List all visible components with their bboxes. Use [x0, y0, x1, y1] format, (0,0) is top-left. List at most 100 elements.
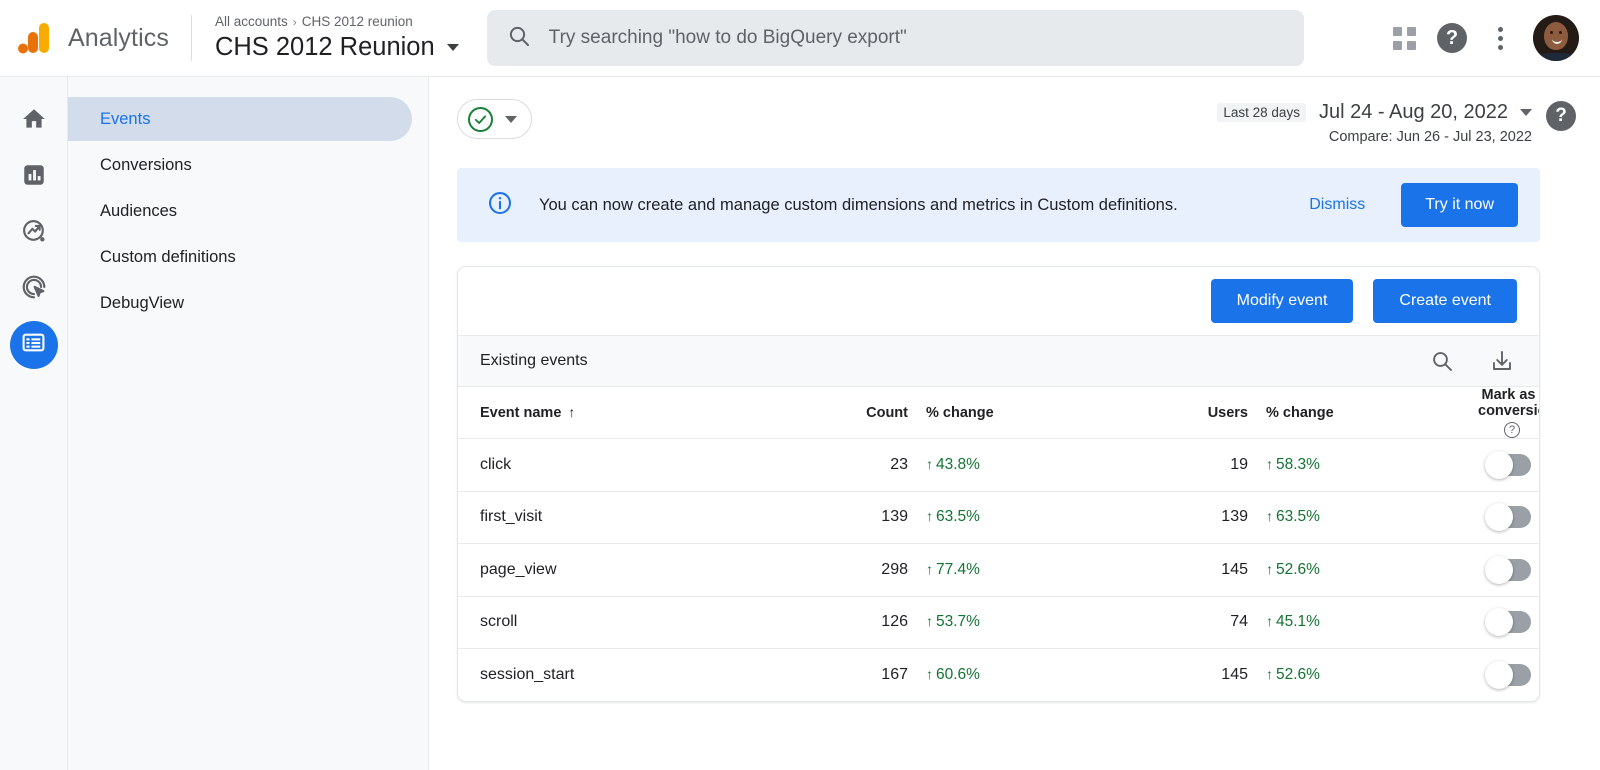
avatar[interactable]: [1530, 12, 1582, 64]
bar-chart-icon: [21, 162, 47, 193]
search-icon: [507, 24, 531, 53]
search-input[interactable]: [548, 27, 1284, 49]
cell-count-change: ↑ 60.6%: [908, 649, 1138, 702]
date-range-block: Last 28 days Jul 24 - Aug 20, 2022 Compa…: [1217, 99, 1532, 145]
table-row[interactable]: scroll 126 ↑ 53.7% 74 ↑ 45.1%: [458, 596, 1539, 649]
trend-up-icon: ↑: [1266, 666, 1273, 682]
account-selector[interactable]: All accounts › CHS 2012 reunion CHS 2012 R…: [192, 13, 459, 63]
col-count-change[interactable]: % change: [908, 387, 1138, 439]
google-analytics-logo-icon[interactable]: [0, 21, 68, 55]
table-subheader: Existing events: [458, 335, 1539, 387]
caret-down-icon[interactable]: [505, 115, 517, 123]
cell-users-change-value: 63.5%: [1276, 508, 1320, 526]
sort-ascending-icon: ↑: [568, 404, 576, 420]
cell-users-change: ↑ 63.5%: [1248, 491, 1478, 544]
table-row[interactable]: page_view 298 ↑ 77.4% 145 ↑ 52.6%: [458, 543, 1539, 597]
top-bar-icons: ?: [1380, 12, 1600, 64]
caret-down-icon[interactable]: [1520, 109, 1532, 116]
col-users[interactable]: Users: [1138, 387, 1248, 439]
cell-event-name: first_visit: [458, 491, 798, 544]
rail-item-reports[interactable]: [10, 153, 58, 201]
cell-users-change-value: 52.6%: [1276, 666, 1320, 683]
sidebar-item-audiences[interactable]: Audiences: [68, 189, 412, 233]
cell-event-name: scroll: [458, 596, 798, 649]
table-body: click 23 ↑ 43.8% 19 ↑ 58.3% first_visit …: [458, 438, 1539, 702]
cell-users-change: ↑ 45.1%: [1248, 596, 1478, 649]
cell-users: 74: [1138, 596, 1248, 649]
info-icon: [487, 190, 513, 221]
table-head: Event name ↑ Count % change Users % chang…: [458, 387, 1539, 439]
date-range-line: Last 28 days Jul 24 - Aug 20, 2022: [1217, 101, 1532, 124]
cell-count-change-value: 53.7%: [936, 613, 980, 631]
cell-mark-as-conversion: [1478, 649, 1539, 702]
top-bar: Analytics All accounts › CHS 2012 reunion …: [0, 0, 1600, 77]
conversion-toggle[interactable]: [1484, 450, 1531, 479]
comparison-filter-chip[interactable]: [457, 99, 532, 139]
try-it-now-button[interactable]: Try it now: [1401, 183, 1518, 227]
last-period-badge: Last 28 days: [1217, 103, 1306, 122]
page-body: Events Conversions Audiences Custom defi…: [0, 77, 1600, 770]
events-card: Modify event Create event Existing event…: [457, 266, 1540, 702]
trend-up-icon: ↑: [1266, 455, 1273, 472]
conversion-toggle[interactable]: [1484, 608, 1531, 637]
check-circle-icon: [468, 106, 493, 132]
cell-count-change-value: 60.6%: [936, 666, 980, 683]
table-row[interactable]: click 23 ↑ 43.8% 19 ↑ 58.3%: [458, 438, 1539, 492]
list-configure-icon: [21, 330, 46, 360]
property-name-label: CHS 2012 Reunion: [214, 33, 435, 61]
conversion-toggle[interactable]: [1484, 555, 1531, 584]
conversion-toggle[interactable]: [1484, 661, 1531, 689]
sidebar-item-label: Events: [100, 109, 151, 128]
table-row[interactable]: session_start 167 ↑ 60.6% 145 ↑ 52.6%: [458, 649, 1539, 702]
cell-count-change-value: 43.8%: [936, 455, 980, 473]
cell-users: 145: [1138, 543, 1248, 597]
modify-event-button[interactable]: Modify event: [1210, 279, 1354, 323]
conversion-toggle[interactable]: [1484, 503, 1531, 532]
cell-event-name: page_view: [458, 543, 798, 597]
create-event-button[interactable]: Create event: [1373, 279, 1517, 323]
sidebar-item-events[interactable]: Events: [68, 97, 412, 141]
property-name[interactable]: CHS 2012 Reunion: [215, 31, 459, 63]
help-icon[interactable]: ?: [1504, 422, 1520, 438]
table-title: Existing events: [480, 352, 588, 369]
banner-actions: Dismiss Try it now: [1309, 183, 1518, 227]
col-users-change[interactable]: % change: [1248, 387, 1478, 439]
help-icon[interactable]: ?: [1428, 14, 1476, 62]
breadcrumb-property[interactable]: CHS 2012 reunion: [302, 14, 413, 29]
cell-users-change-value: 52.6%: [1276, 560, 1320, 578]
cell-users: 145: [1221, 666, 1248, 683]
card-action-bar: Modify event Create event: [458, 267, 1539, 335]
download-icon[interactable]: [1489, 348, 1515, 374]
col-mark-as-conversion: Mark as conversion?: [1478, 387, 1539, 439]
sidebar-item-conversions[interactable]: Conversions: [68, 143, 412, 187]
sidebar-item-custom-definitions[interactable]: Custom definitions: [68, 235, 412, 279]
help-circle-icon[interactable]: ?: [1546, 101, 1576, 131]
analytics-page: Analytics All accounts › CHS 2012 reunion …: [0, 0, 1600, 770]
trend-up-icon: ↑: [1266, 560, 1273, 577]
rail-item-explore[interactable]: [10, 209, 58, 257]
cell-mark-as-conversion: [1478, 438, 1539, 492]
col-event-name[interactable]: Event name ↑: [458, 387, 798, 439]
rail-item-configure[interactable]: [9, 321, 58, 369]
search-box[interactable]: [486, 10, 1304, 66]
rail-item-advertising[interactable]: [10, 265, 58, 313]
more-vertical-icon[interactable]: [1476, 14, 1524, 62]
apps-grid-icon[interactable]: [1380, 14, 1428, 62]
trend-up-icon: ↑: [926, 613, 933, 630]
date-range-label: Jul 24 - Aug 20, 2022: [1318, 101, 1508, 123]
table-row[interactable]: first_visit 139 ↑ 63.5% 139 ↑ 63.5%: [458, 491, 1539, 544]
rail-item-home[interactable]: [10, 97, 58, 145]
cell-users-change: ↑ 52.6%: [1248, 649, 1478, 702]
search-icon[interactable]: [1429, 348, 1455, 374]
chevron-down-icon[interactable]: [446, 43, 459, 51]
col-count[interactable]: Count: [798, 387, 908, 439]
dismiss-button[interactable]: Dismiss: [1309, 196, 1365, 214]
main-content: Last 28 days Jul 24 - Aug 20, 2022 Compa…: [429, 77, 1600, 770]
sidebar-item-debugview[interactable]: DebugView: [68, 281, 412, 325]
sidebar-item-label: Conversions: [100, 155, 192, 174]
cell-count-change-value: 77.4%: [936, 560, 980, 578]
date-range-picker[interactable]: Jul 24 - Aug 20, 2022: [1319, 101, 1532, 124]
search-wrapper: [486, 10, 1304, 66]
breadcrumb-all-accounts[interactable]: All accounts: [215, 14, 288, 29]
custom-definitions-banner: You can now create and manage custom dim…: [457, 168, 1540, 242]
